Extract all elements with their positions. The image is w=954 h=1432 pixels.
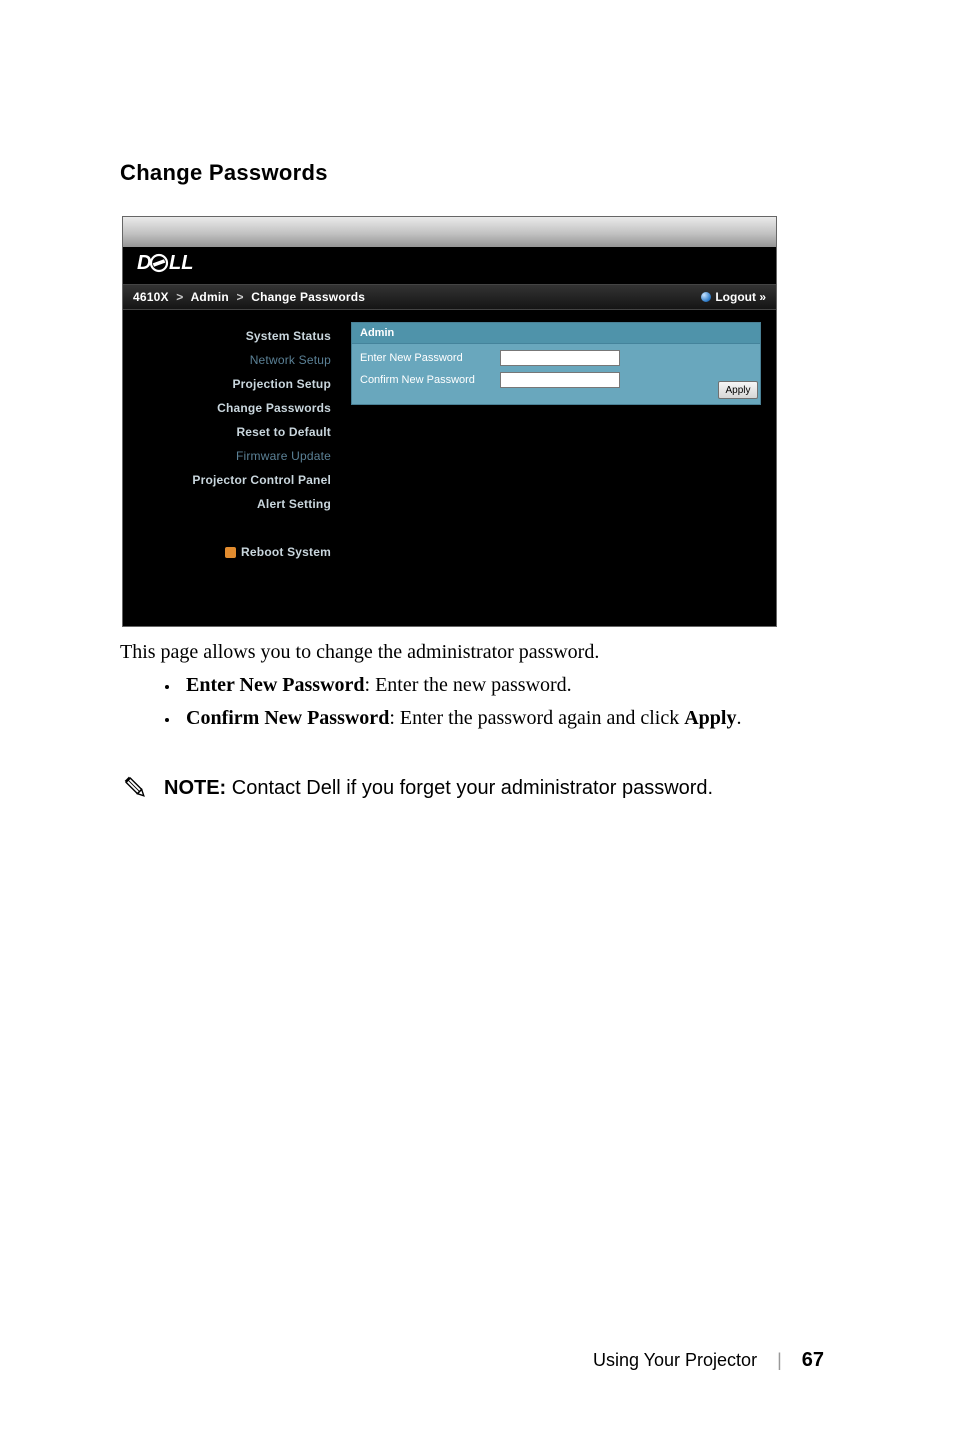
- logout-label: Logout »: [715, 290, 766, 304]
- page-number: 67: [802, 1349, 824, 1372]
- sidebar-item-label: Reboot System: [241, 545, 331, 559]
- bullet-tail: .: [736, 707, 741, 729]
- description-text: This page allows you to change the admin…: [120, 641, 834, 664]
- note-body: Contact Dell if you forget your administ…: [226, 777, 713, 799]
- footer-divider: |: [777, 1350, 782, 1371]
- breadcrumb-bar: 4610X > Admin > Change Passwords Logout …: [123, 284, 776, 310]
- reboot-icon: [225, 547, 236, 558]
- sidebar-item-reset-to-default[interactable]: Reset to Default: [123, 420, 337, 444]
- sidebar-item-alert-setting[interactable]: Alert Setting: [123, 492, 337, 516]
- sidebar-item-change-passwords[interactable]: Change Passwords: [123, 396, 337, 420]
- sidebar-item-projection-setup[interactable]: Projection Setup: [123, 372, 337, 396]
- note-label: NOTE:: [164, 777, 226, 799]
- list-item: Confirm New Password: Enter the password…: [180, 707, 834, 730]
- page-footer: Using Your Projector | 67: [593, 1349, 824, 1372]
- bullet-rest: : Enter the password again and click: [389, 707, 684, 729]
- input-enter-new-password[interactable]: [500, 350, 620, 366]
- sidebar-item-firmware-update[interactable]: Firmware Update: [123, 444, 337, 468]
- input-confirm-new-password[interactable]: [500, 372, 620, 388]
- admin-box-title: Admin: [352, 323, 760, 344]
- bullet-rest: : Enter the new password.: [365, 674, 572, 696]
- label-confirm-new-password: Confirm New Password: [360, 374, 500, 386]
- bullet-list: Enter New Password: Enter the new passwo…: [180, 674, 834, 730]
- svg-text:LL: LL: [169, 253, 193, 273]
- admin-row-new-password: Enter New Password: [360, 350, 752, 366]
- dell-logo: D LL: [137, 253, 209, 278]
- breadcrumb-page: Change Passwords: [251, 290, 365, 304]
- breadcrumb-model: 4610X: [133, 290, 169, 304]
- sidebar-item-system-status[interactable]: System Status: [123, 324, 337, 348]
- note-block: NOTE: Contact Dell if you forget your ad…: [122, 774, 834, 802]
- list-item: Enter New Password: Enter the new passwo…: [180, 674, 834, 697]
- globe-icon: [701, 292, 711, 302]
- window-titlebar: [123, 217, 776, 247]
- bullet-strong: Confirm New Password: [186, 707, 389, 729]
- logout-link[interactable]: Logout »: [701, 290, 766, 304]
- apply-button[interactable]: Apply: [718, 381, 758, 399]
- breadcrumb-sep: >: [172, 290, 187, 304]
- breadcrumb: 4610X > Admin > Change Passwords: [133, 290, 365, 304]
- bullet-strong: Enter New Password: [186, 674, 365, 696]
- footer-section: Using Your Projector: [593, 1350, 757, 1371]
- svg-text:D: D: [137, 253, 151, 273]
- app-header: D LL: [123, 247, 776, 284]
- app-screenshot: D LL 4610X > Admin > Change Passwords Lo…: [122, 216, 777, 627]
- sidebar-item-projector-control-panel[interactable]: Projector Control Panel: [123, 468, 337, 492]
- note-text: NOTE: Contact Dell if you forget your ad…: [164, 774, 713, 800]
- main-panel: Admin Enter New Password Confirm New Pas…: [341, 314, 771, 564]
- breadcrumb-area: Admin: [191, 290, 229, 304]
- app-footer: [123, 594, 776, 626]
- sidebar: System Status Network Setup Projection S…: [123, 314, 341, 564]
- note-icon: [122, 774, 150, 802]
- breadcrumb-sep: >: [232, 290, 247, 304]
- sidebar-item-network-setup[interactable]: Network Setup: [123, 348, 337, 372]
- admin-box: Admin Enter New Password Confirm New Pas…: [351, 322, 761, 405]
- admin-row-confirm-password: Confirm New Password: [360, 372, 752, 388]
- bullet-strong-apply: Apply: [684, 707, 736, 729]
- sidebar-item-reboot-system[interactable]: Reboot System: [123, 540, 337, 564]
- label-enter-new-password: Enter New Password: [360, 352, 500, 364]
- section-title: Change Passwords: [120, 160, 834, 186]
